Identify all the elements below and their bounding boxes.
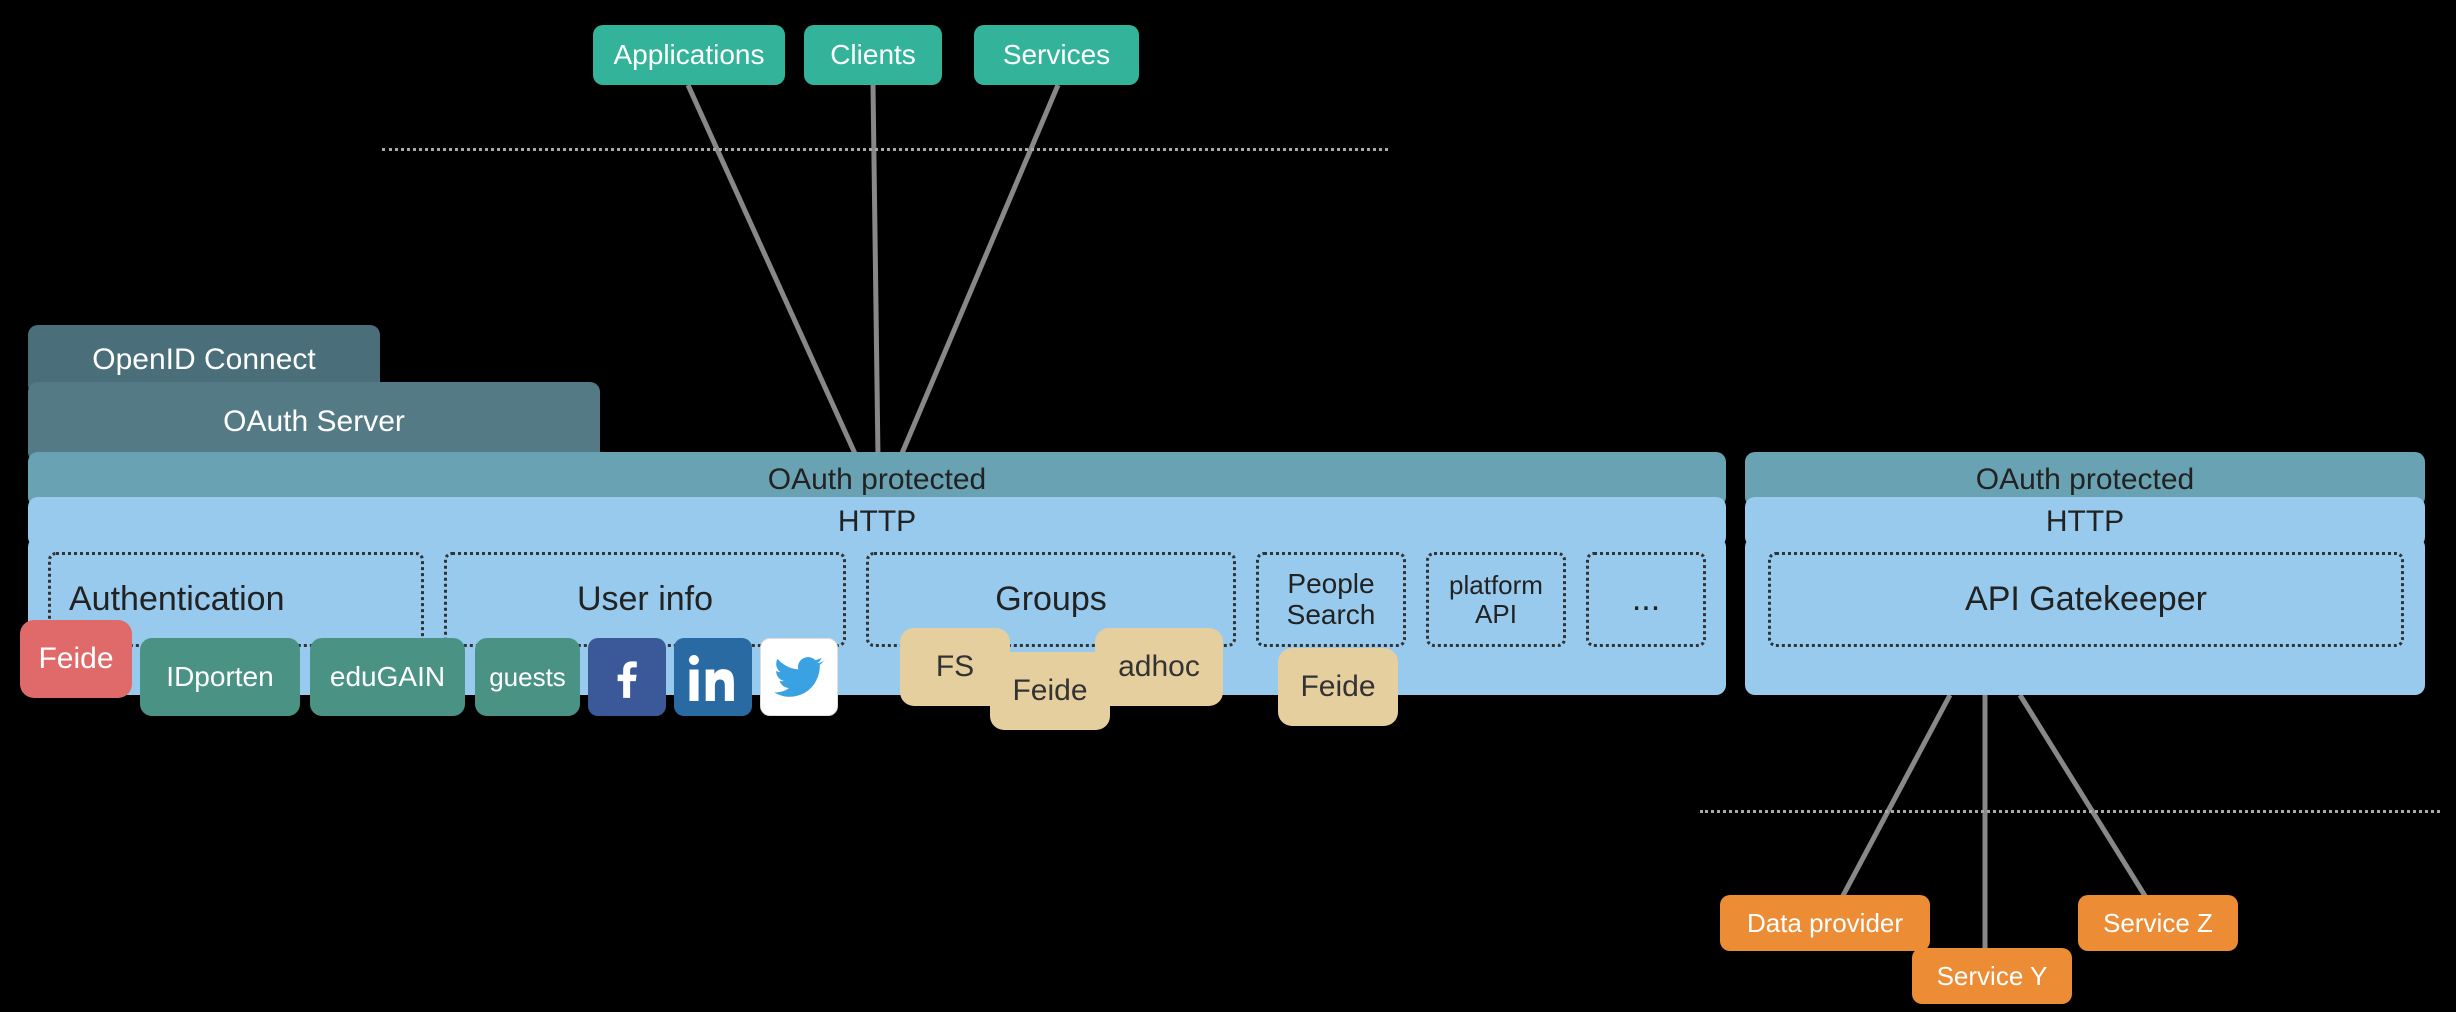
people-search-group: People Search	[1256, 552, 1406, 647]
provider-feide-label: Feide	[38, 642, 113, 676]
user-info-group: User info	[444, 552, 846, 647]
client-services: Services	[974, 25, 1139, 85]
provider-idporten: IDporten	[140, 638, 300, 716]
api-gatekeeper-group: API Gatekeeper	[1768, 552, 2404, 647]
api-gatekeeper-label: API Gatekeeper	[1965, 580, 2207, 619]
service-data-provider: Data provider	[1720, 895, 1930, 951]
main-http-label: HTTP	[838, 505, 916, 539]
group-fs-label: FS	[936, 650, 974, 684]
client-services-label: Services	[1003, 39, 1110, 71]
group-feide: Feide	[990, 652, 1110, 730]
people-feide-label: Feide	[1300, 670, 1375, 704]
service-data-provider-label: Data provider	[1747, 908, 1903, 939]
user-info-label: User info	[577, 580, 713, 619]
people-feide: Feide	[1278, 648, 1398, 726]
client-clients-label: Clients	[830, 39, 916, 71]
platform-api-label: platform API	[1449, 571, 1543, 628]
oauth-server-tab: OAuth Server	[28, 382, 600, 462]
client-clients: Clients	[804, 25, 942, 85]
main-oauth-protected-label: OAuth protected	[768, 463, 986, 497]
group-adhoc: adhoc	[1095, 628, 1223, 706]
client-applications-label: Applications	[614, 39, 765, 71]
group-feide-label: Feide	[1012, 674, 1087, 708]
provider-edugain-label: eduGAIN	[330, 661, 445, 693]
bottom-separator	[1700, 810, 2440, 813]
service-z: Service Z	[2078, 895, 2238, 951]
oauth-server-label: OAuth Server	[223, 405, 405, 439]
provider-edugain: eduGAIN	[310, 638, 465, 716]
service-y: Service Y	[1912, 948, 2072, 1004]
linkedin-icon	[674, 638, 752, 716]
ellipsis-label: ...	[1632, 580, 1660, 619]
facebook-icon	[588, 638, 666, 716]
service-z-label: Service Z	[2103, 908, 2213, 939]
gateway-oauth-protected-label: OAuth protected	[1976, 463, 2194, 497]
ellipsis-group: ...	[1586, 552, 1706, 647]
group-adhoc-label: adhoc	[1118, 650, 1200, 684]
openid-connect-label: OpenID Connect	[92, 343, 315, 377]
provider-guests: guests	[475, 638, 580, 716]
platform-api-group: platform API	[1426, 552, 1566, 647]
gateway-http-label: HTTP	[2046, 505, 2124, 539]
twitter-icon	[760, 638, 838, 716]
authentication-label: Authentication	[69, 580, 285, 619]
provider-feide: Feide	[20, 620, 132, 698]
groups-label: Groups	[995, 580, 1107, 619]
top-separator	[382, 148, 1388, 151]
service-y-label: Service Y	[1937, 961, 2048, 992]
provider-idporten-label: IDporten	[166, 661, 273, 693]
client-applications: Applications	[593, 25, 785, 85]
people-search-label: People Search	[1287, 569, 1376, 631]
provider-guests-label: guests	[489, 662, 566, 693]
